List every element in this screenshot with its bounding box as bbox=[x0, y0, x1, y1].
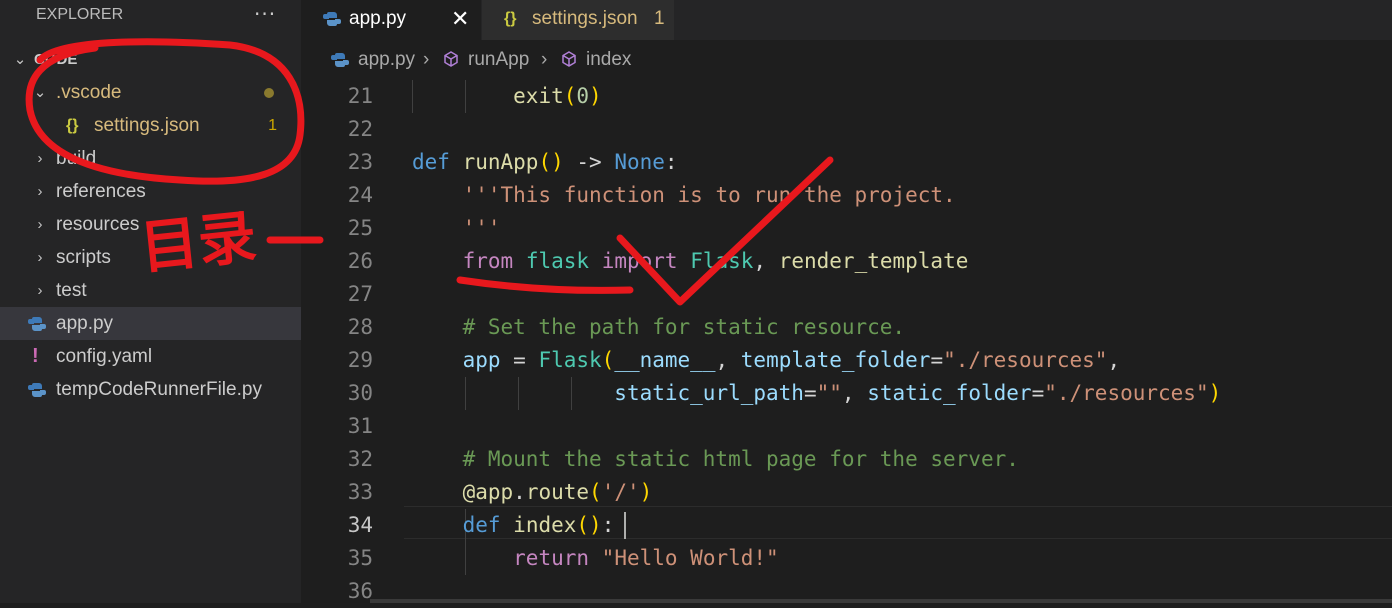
code-line: ''' bbox=[462, 216, 501, 240]
code-line: from flask import Flask, render_template bbox=[462, 249, 969, 273]
folder-label: build bbox=[56, 148, 97, 169]
line-number: 26 bbox=[347, 249, 373, 273]
breadcrumb-symbol[interactable]: index bbox=[586, 40, 631, 80]
chevron-right-icon: › bbox=[37, 150, 43, 167]
tab-app-py[interactable]: app.py ✕ bbox=[301, 0, 481, 40]
problem-count-badge: 1 bbox=[268, 117, 277, 134]
breadcrumb-symbol[interactable]: runApp bbox=[468, 40, 529, 80]
chevron-right-icon: › bbox=[37, 183, 43, 200]
line-number: 23 bbox=[347, 150, 373, 174]
problem-count-badge: 1 bbox=[654, 8, 665, 29]
line-number: 22 bbox=[347, 117, 373, 141]
code-editor[interactable]: 21 22 23 24 25 26 27 28 29 30 31 32 33 3… bbox=[301, 80, 1392, 603]
file-label: config.yaml bbox=[56, 346, 153, 367]
tab-label: settings.json bbox=[532, 8, 638, 29]
code-line: # Set the path for static resource. bbox=[412, 315, 906, 339]
line-number: 30 bbox=[347, 381, 373, 405]
folder-label: .vscode bbox=[56, 82, 122, 103]
folder-label: resources bbox=[56, 214, 140, 235]
code-line: '''This function is to run the project. bbox=[462, 183, 956, 207]
folder-label: scripts bbox=[56, 247, 111, 268]
line-number: 29 bbox=[347, 348, 373, 372]
line-number: 21 bbox=[347, 84, 373, 108]
code-line: return "Hello World!" bbox=[513, 546, 779, 570]
close-icon[interactable]: ✕ bbox=[451, 0, 469, 38]
method-icon bbox=[444, 51, 458, 67]
root-folder-label: CODE bbox=[34, 51, 78, 68]
folder-scripts[interactable]: › scripts bbox=[0, 241, 301, 274]
modified-dot-icon bbox=[264, 88, 274, 98]
line-number-current: 34 bbox=[347, 513, 373, 537]
text-cursor bbox=[624, 512, 626, 539]
code-line: app = Flask(__name__, template_folder=".… bbox=[462, 348, 1121, 372]
code-line: static_url_path="", static_folder="./res… bbox=[614, 381, 1222, 405]
folder-label: test bbox=[56, 280, 87, 301]
folder-test[interactable]: › test bbox=[0, 274, 301, 307]
method-icon bbox=[562, 51, 576, 67]
yaml-file-icon: ! bbox=[32, 345, 39, 367]
tab-label: app.py bbox=[349, 8, 407, 29]
folder-resources[interactable]: › resources bbox=[0, 208, 301, 241]
breadcrumb-file[interactable]: app.py bbox=[358, 40, 415, 80]
chevron-right-icon: › bbox=[37, 216, 43, 233]
line-number: 24 bbox=[347, 183, 373, 207]
file-app-py[interactable]: app.py bbox=[0, 307, 301, 340]
line-number: 36 bbox=[347, 579, 373, 603]
chevron-right-icon: › bbox=[541, 49, 548, 70]
file-config-yaml[interactable]: ! config.yaml bbox=[0, 340, 301, 373]
explorer-title: EXPLORER bbox=[36, 6, 124, 23]
folder-references[interactable]: › references bbox=[0, 175, 301, 208]
line-number: 35 bbox=[347, 546, 373, 570]
editor-tab-bar: app.py ✕ {} settings.json 1 bbox=[301, 0, 1392, 40]
line-number: 33 bbox=[347, 480, 373, 504]
horizontal-scrollbar[interactable] bbox=[370, 599, 1392, 603]
folder-label: references bbox=[56, 181, 146, 202]
line-number: 25 bbox=[347, 216, 373, 240]
python-file-icon bbox=[28, 383, 46, 397]
line-number: 32 bbox=[347, 447, 373, 471]
chevron-down-icon: ⌄ bbox=[33, 84, 47, 101]
file-label: app.py bbox=[56, 313, 114, 334]
line-number: 27 bbox=[347, 282, 373, 306]
more-actions-icon[interactable]: ··· bbox=[254, 2, 276, 26]
code-line: def index(): bbox=[462, 513, 615, 537]
file-settings-json[interactable]: {} settings.json 1 bbox=[0, 109, 301, 142]
file-label: settings.json bbox=[94, 115, 200, 136]
line-number: 28 bbox=[347, 315, 373, 339]
line-number: 31 bbox=[347, 414, 373, 438]
chevron-down-icon: ⌄ bbox=[13, 51, 27, 68]
python-file-icon bbox=[323, 12, 341, 26]
json-file-icon: {} bbox=[66, 117, 79, 134]
code-line: @app.route('/') bbox=[462, 480, 653, 504]
tab-settings-json[interactable]: {} settings.json 1 bbox=[481, 0, 674, 40]
folder-root-code[interactable]: ⌄ CODE bbox=[0, 43, 301, 76]
json-file-icon: {} bbox=[504, 10, 517, 27]
breadcrumb: app.py › runApp › index bbox=[301, 40, 1392, 80]
chevron-right-icon: › bbox=[423, 49, 430, 70]
chevron-right-icon: › bbox=[37, 249, 43, 266]
python-file-icon bbox=[331, 53, 349, 67]
file-tempcoderunner-py[interactable]: tempCodeRunnerFile.py bbox=[0, 373, 301, 406]
file-label: tempCodeRunnerFile.py bbox=[56, 379, 262, 400]
code-line: # Mount the static html page for the ser… bbox=[412, 447, 1019, 471]
folder-build[interactable]: › build bbox=[0, 142, 301, 175]
folder-vscode[interactable]: ⌄ .vscode bbox=[0, 76, 301, 109]
python-file-icon bbox=[28, 317, 46, 331]
explorer-sidebar: EXPLORER ··· ⌄ CODE ⌄ .vscode {} setting… bbox=[0, 0, 301, 603]
chevron-right-icon: › bbox=[37, 282, 43, 299]
code-line: def runApp() -> None: bbox=[412, 150, 678, 174]
code-line: exit(0) bbox=[513, 84, 602, 108]
